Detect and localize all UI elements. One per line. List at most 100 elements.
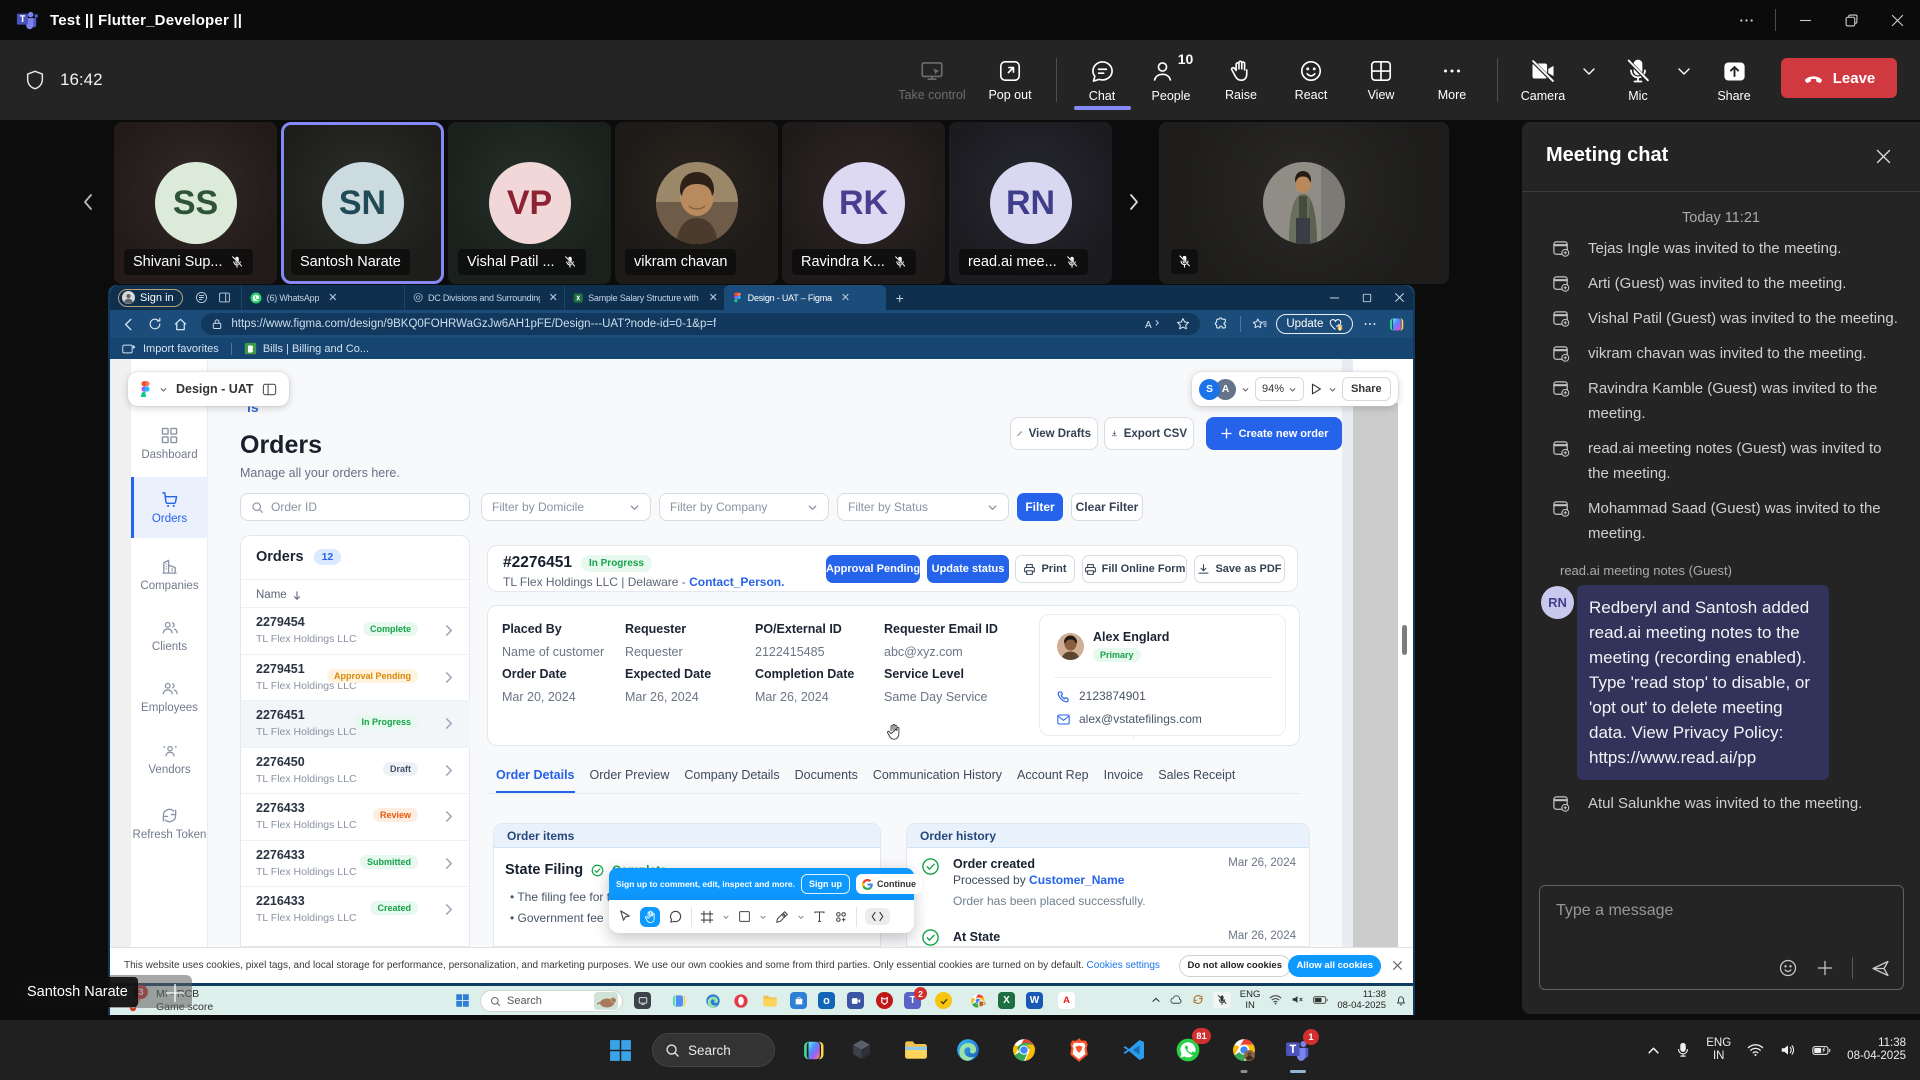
pen-tool-icon[interactable] [775,910,789,924]
people-button[interactable]: 10 People [1136,40,1206,120]
chevron-down-icon[interactable] [759,913,767,921]
chevron-down-icon[interactable] [722,913,730,921]
tray-chevron-icon[interactable] [1151,995,1161,1005]
save-as-pdf-button[interactable]: Save as PDF [1194,555,1285,583]
frame-tool-icon[interactable] [700,910,714,924]
shared-app-icon-acrobat[interactable]: A [1058,992,1075,1009]
participant-tile[interactable]: vikram chavan [615,122,778,284]
participant-tile[interactable]: RK Ravindra K... [782,122,945,284]
chevron-down-icon[interactable] [1328,385,1337,394]
cookie-close-icon[interactable] [1392,960,1403,971]
emoji-icon[interactable] [1778,958,1798,978]
shared-app-icon-device[interactable] [634,992,651,1009]
sidebar-item-clients[interactable]: Clients [131,619,208,653]
brave-icon[interactable] [1063,1034,1095,1066]
tray-mic-muted-icon[interactable] [1213,992,1231,1008]
file-explorer-icon[interactable] [900,1034,932,1066]
fill-online-form-button[interactable]: Fill Online Form [1082,555,1187,583]
view-drafts-button[interactable]: View Drafts [1010,417,1098,450]
sidebar-item-refresh-token[interactable]: Refresh Token [131,807,208,841]
present-play-icon[interactable] [1309,382,1323,396]
tray-mic-icon[interactable] [1676,1042,1690,1058]
teams-taskbar-icon[interactable]: 1 [1282,1034,1314,1066]
export-csv-button[interactable]: Export CSV [1104,417,1194,450]
approval-pending-button[interactable]: Approval Pending [826,555,920,583]
order-row[interactable]: 2216433TL Flex Holdings LLC Created [241,886,470,933]
figma-share-button[interactable]: Share [1342,377,1391,401]
window-restore-button[interactable] [1828,0,1874,40]
back-icon[interactable] [116,317,142,332]
allow-cookies-button[interactable]: Allow all cookies [1288,955,1381,977]
sidebar-item-dashboard[interactable]: Dashboard [131,427,208,461]
wifi-icon[interactable] [1747,1043,1764,1057]
notification-bell-icon[interactable] [1395,994,1407,1006]
read-aloud-icon[interactable]: A [1145,318,1160,331]
tab-close-icon[interactable]: ✕ [328,291,337,304]
order-row[interactable]: 2279451TL Flex Holdings LLC Approval Pen… [241,654,470,701]
tab-documents[interactable]: Documents [795,768,858,793]
view-button[interactable]: View [1351,40,1411,120]
tab-communication-history[interactable]: Communication History [873,768,1002,793]
tab-invoice[interactable]: Invoice [1104,768,1144,793]
tab-close-icon[interactable]: ✕ [549,291,558,304]
order-id-search-input[interactable]: Order ID [240,493,470,521]
shared-app-icon-outlook[interactable]: o [818,992,835,1009]
copilot-icon[interactable] [1383,316,1409,333]
move-tool-icon[interactable] [617,909,632,924]
volume-muted-icon[interactable] [1291,994,1304,1005]
contact-person-link[interactable]: Contact_Person. [689,575,784,589]
shared-search-box[interactable]: Search [480,990,623,1012]
tab-account-rep[interactable]: Account Rep [1017,768,1089,793]
extensions-icon[interactable] [1208,317,1234,331]
tab-sales-receipt[interactable]: Sales Receipt [1158,768,1235,793]
text-tool-icon[interactable] [813,910,826,923]
chevron-down-icon[interactable] [797,913,805,921]
chevron-down-icon[interactable] [159,385,168,394]
status-filter-select[interactable]: Filter by Status [837,493,1009,521]
shared-app-icon-mcafee[interactable] [876,992,893,1009]
chat-compose-box[interactable]: Type a message [1539,885,1904,990]
tab-close-icon[interactable]: ✕ [841,291,850,304]
react-button[interactable]: React [1281,40,1341,120]
layout-panel-icon[interactable] [262,382,277,397]
browser-signin-button[interactable]: Sign in [118,289,183,307]
more-button[interactable]: More [1421,40,1483,120]
favorite-star-icon[interactable] [1176,317,1190,331]
mic-button[interactable]: Mic [1607,40,1669,120]
participant-tile[interactable]: SS Shivani Sup... [114,122,277,284]
leave-button[interactable]: Leave [1781,58,1897,98]
browser-minimize-icon[interactable] [1329,292,1340,303]
comment-tool-icon[interactable] [668,909,683,924]
shared-start-button[interactable] [454,992,471,1009]
dev-mode-code-icon[interactable] [865,908,890,925]
browser-maximize-icon[interactable] [1362,293,1372,303]
participant-tile-wide[interactable] [1159,122,1449,284]
widgets-cube-icon[interactable] [845,1034,877,1066]
update-status-button[interactable]: Update status [927,555,1009,583]
domicile-filter-select[interactable]: Filter by Domicile [481,493,651,521]
share-button[interactable]: Share [1703,40,1765,120]
wifi-icon[interactable] [1269,994,1282,1005]
sort-by-name[interactable]: Name [256,589,302,601]
browser-tab[interactable]: DC Divisions and Surroundings ✕ [404,285,564,310]
sidebar-item-vendors[interactable]: Vendors [131,742,208,776]
window-close-button[interactable] [1874,0,1920,40]
collaborator-avatar[interactable]: S [1199,379,1220,400]
browser-scrollbar-thumb[interactable] [1402,625,1407,655]
window-more-button[interactable] [1723,0,1769,40]
take-control-button[interactable]: Take control [896,40,968,120]
browser-tab[interactable]: (6) WhatsApp ✕ [241,285,404,310]
chrome-icon[interactable] [1008,1034,1040,1066]
shared-app-icon-meet[interactable] [847,992,864,1009]
shared-app-icon-chrome-cup[interactable] [969,992,986,1009]
send-icon[interactable] [1870,958,1891,979]
figma-logo-icon[interactable] [140,381,151,397]
deny-cookies-button[interactable]: Do not allow cookies [1179,955,1292,977]
whatsapp-icon[interactable]: 81 [1172,1034,1204,1066]
order-row[interactable]: 2276433TL Flex Holdings LLC Review [241,793,470,840]
tray-chevron-icon[interactable] [1647,1044,1660,1057]
clear-filter-button[interactable]: Clear Filter [1071,493,1143,521]
chat-close-icon[interactable] [1875,148,1892,165]
participant-tile[interactable]: RN read.ai mee... [949,122,1112,284]
participant-tile[interactable]: VP Vishal Patil ... [448,122,611,284]
